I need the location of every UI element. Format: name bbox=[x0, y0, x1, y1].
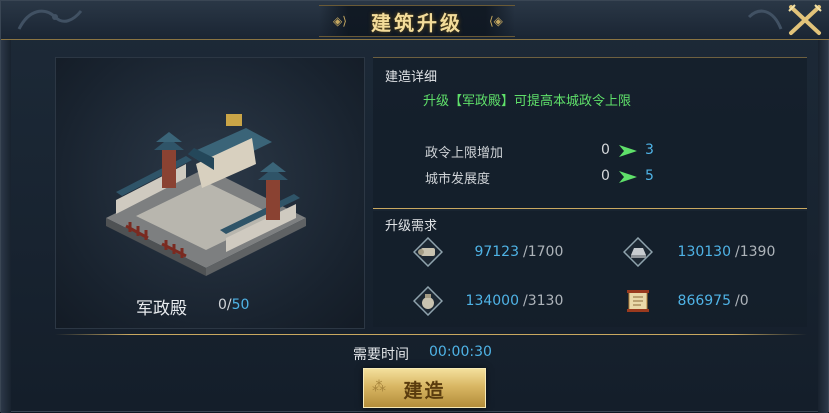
building-level-current: 0 bbox=[218, 297, 227, 313]
build-button-label: 建造 bbox=[403, 380, 446, 402]
resource-have-grain: 134000 bbox=[465, 293, 519, 309]
resource-have-decree: 866975 bbox=[677, 293, 731, 309]
building-name: 军政殿 bbox=[136, 299, 187, 319]
requirements-section-title: 升级需求 bbox=[385, 219, 438, 234]
silver-ingot-icon bbox=[623, 237, 653, 267]
resource-need-scroll: /1700 bbox=[523, 244, 564, 260]
close-button[interactable] bbox=[785, 3, 825, 37]
divider bbox=[55, 334, 807, 335]
building-level: 0/50 bbox=[218, 297, 249, 313]
details-section-title: 建造详细 bbox=[385, 70, 438, 85]
stat-old-city-development: 0 bbox=[601, 168, 610, 184]
upgrade-requirements-panel: 升级需求 97123 /1700 130130 /1390 134000 /31… bbox=[373, 211, 807, 327]
title-bar: ◈⟩ ⟨◈ 建筑升级 bbox=[1, 1, 829, 40]
arrow-right-icon bbox=[619, 145, 637, 157]
stat-new-decree-cap: 3 bbox=[645, 142, 654, 158]
crossed-swords-close-icon bbox=[788, 4, 822, 35]
grain-sack-icon bbox=[413, 286, 443, 316]
stat-new-city-development: 5 bbox=[645, 168, 654, 184]
title-flourish-right-icon: ⟨◈ bbox=[489, 14, 503, 28]
building-level-max: 50 bbox=[231, 297, 250, 313]
decree-scroll-icon bbox=[627, 290, 649, 312]
frame-edge-right bbox=[818, 1, 828, 413]
arrow-right-icon bbox=[619, 171, 637, 183]
stat-label-decree-cap: 政令上限增加 bbox=[425, 146, 504, 161]
build-button[interactable]: ⁂ 建造 bbox=[363, 368, 486, 408]
building-preview-panel: 军政殿 0/50 bbox=[55, 57, 365, 329]
resource-need-grain: /3130 bbox=[523, 293, 564, 309]
resource-need-decree: /0 bbox=[735, 293, 749, 309]
stat-label-city-development: 城市发展度 bbox=[425, 172, 491, 187]
resource-need-silver: /1390 bbox=[735, 244, 776, 260]
scroll-icon bbox=[413, 237, 443, 267]
upgrade-dialog: ◈⟩ ⟨◈ 建筑升级 军政殿 0/50 建造详细 升级【军政殿】可提高本城政令上… bbox=[0, 0, 829, 413]
dialog-title: 建筑升级 bbox=[371, 11, 463, 35]
required-time-value: 00:00:30 bbox=[429, 344, 492, 360]
resource-have-scroll: 97123 bbox=[474, 244, 519, 260]
resource-have-silver: 130130 bbox=[677, 244, 731, 260]
dragon-ornament-left-icon bbox=[15, 3, 85, 35]
military-palace-building-icon bbox=[106, 114, 306, 276]
upgrade-description: 升级【军政殿】可提高本城政令上限 bbox=[423, 94, 632, 109]
title-flourish-left-icon: ◈⟩ bbox=[333, 14, 347, 28]
frame-edge-left bbox=[1, 1, 11, 413]
stat-old-decree-cap: 0 bbox=[601, 142, 610, 158]
required-time-label: 需要时间 bbox=[353, 347, 409, 363]
build-details-panel: 建造详细 升级【军政殿】可提高本城政令上限 政令上限增加 0 3 城市发展度 0… bbox=[373, 57, 807, 209]
